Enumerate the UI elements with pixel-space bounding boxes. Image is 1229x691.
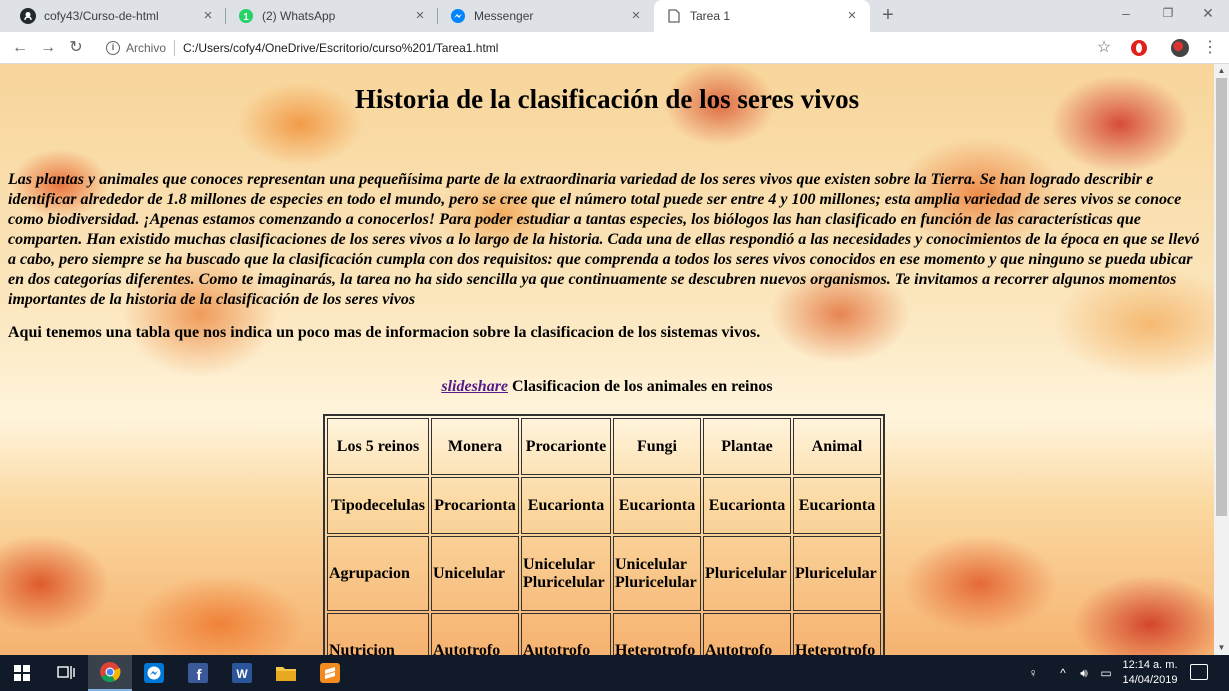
table-cell: Plantae: [703, 418, 791, 475]
word-icon[interactable]: W: [220, 655, 264, 691]
table-cell: Heterotrofo: [613, 613, 701, 655]
close-icon[interactable]: ×: [844, 8, 860, 24]
svg-text:W: W: [236, 667, 248, 681]
sublime-text-icon[interactable]: [308, 655, 352, 691]
tab-whatsapp[interactable]: 1 (2) WhatsApp ×: [226, 0, 438, 32]
whatsapp-icon: 1: [238, 8, 254, 24]
close-icon[interactable]: ×: [200, 8, 216, 24]
tab-tarea-1[interactable]: Tarea 1 ×: [654, 0, 870, 32]
page-icon: [666, 8, 682, 24]
tab-title: (2) WhatsApp: [262, 9, 336, 23]
table-cell: Pluricelular: [703, 536, 791, 611]
new-tab-button[interactable]: +: [876, 4, 900, 28]
table-row: Nutricion Autotrofo Autotrofo Heterotrof…: [327, 613, 881, 655]
slideshare-link[interactable]: slideshare: [441, 378, 508, 395]
profile-avatar[interactable]: [1171, 39, 1189, 57]
maximize-button[interactable]: ❐: [1146, 0, 1190, 28]
table-description: Aqui tenemos una tabla que nos indica un…: [8, 324, 761, 341]
close-icon[interactable]: ×: [412, 8, 428, 24]
table-cell: Animal: [793, 418, 881, 475]
address-bar[interactable]: i Archivo C:/Users/cofy4/OneDrive/Escrit…: [100, 34, 1122, 62]
intro-paragraph: Las plantas y animales que conoces repre…: [8, 171, 1200, 308]
kingdoms-table: Los 5 reinos Monera Procarionte Fungi Pl…: [323, 414, 885, 655]
table-cell: Procarionta: [431, 477, 519, 534]
page-viewport: Historia de la clasificación de los sere…: [0, 64, 1214, 655]
facebook-icon[interactable]: f: [176, 655, 220, 691]
scrollbar-thumb[interactable]: [1216, 78, 1227, 516]
address-scheme-label: Archivo: [126, 41, 167, 55]
table-row: Tipodecelulas Procarionta Eucarionta Euc…: [327, 477, 881, 534]
table-row: Los 5 reinos Monera Procarionte Fungi Pl…: [327, 418, 881, 475]
menu-icon[interactable]: ⋮: [1202, 36, 1218, 60]
tab-github[interactable]: cofy43/Curso-de-html ×: [8, 0, 226, 32]
table-cell: Unicelular Pluricelular: [521, 536, 611, 611]
table-cell: Eucarionta: [613, 477, 701, 534]
file-explorer-icon[interactable]: [264, 655, 308, 691]
people-icon[interactable]: ♀: [1022, 655, 1044, 691]
browser-toolbar: ← → ↻ i Archivo C:/Users/cofy4/OneDrive/…: [0, 32, 1229, 64]
table-cell: Procarionte: [521, 418, 611, 475]
scroll-up-icon[interactable]: ▲: [1214, 64, 1229, 78]
clock-date: 14/04/2019: [1122, 674, 1178, 686]
tab-strip: cofy43/Curso-de-html × 1 (2) WhatsApp × …: [0, 0, 1229, 32]
table-cell: Autotrofo: [521, 613, 611, 655]
back-button[interactable]: ←: [8, 36, 32, 60]
tab-title: Messenger: [474, 9, 534, 23]
table-cell: Autotrofo: [703, 613, 791, 655]
close-window-button[interactable]: ✕: [1186, 0, 1229, 28]
opera-extension-icon[interactable]: [1131, 40, 1147, 56]
address-url[interactable]: C:/Users/cofy4/OneDrive/Escritorio/curso…: [183, 41, 498, 55]
reload-button[interactable]: ↻: [64, 36, 88, 60]
table-cell: Nutricion: [327, 613, 429, 655]
table-cell: Agrupacion: [327, 536, 429, 611]
minimize-button[interactable]: –: [1104, 0, 1148, 28]
chrome-icon[interactable]: [88, 655, 132, 691]
table-cell: Monera: [431, 418, 519, 475]
messenger-icon[interactable]: [132, 655, 176, 691]
table-cell: Fungi: [613, 418, 701, 475]
tab-title: Tarea 1: [690, 9, 731, 23]
scroll-down-icon[interactable]: ▼: [1214, 641, 1229, 655]
messenger-icon: [450, 8, 466, 24]
bookmark-star-icon[interactable]: ☆: [1094, 36, 1114, 60]
table-cell: Tipodecelulas: [327, 477, 429, 534]
table-cell: Los 5 reinos: [327, 418, 429, 475]
svg-text:1: 1: [243, 12, 249, 23]
battery-icon[interactable]: ▭: [1096, 655, 1116, 691]
notifications-icon[interactable]: [1190, 664, 1208, 680]
tab-title: cofy43/Curso-de-html: [44, 9, 159, 23]
clock-time: 12:14 a. m.: [1122, 659, 1178, 671]
task-view-icon[interactable]: [44, 655, 88, 691]
table-cell: Eucarionta: [703, 477, 791, 534]
windows-start-icon[interactable]: [0, 655, 44, 691]
table-cell: Eucarionta: [793, 477, 881, 534]
show-hidden-icons-icon[interactable]: ^: [1054, 655, 1072, 691]
github-icon: [20, 8, 36, 24]
table-caption: slideshare Clasificacion de los animales…: [0, 378, 1214, 396]
system-clock[interactable]: 12:14 a. m. 14/04/2019: [1118, 658, 1182, 688]
divider: [174, 40, 176, 56]
tab-messenger[interactable]: Messenger ×: [438, 0, 654, 32]
forward-button[interactable]: →: [36, 36, 60, 60]
table-cell: Eucarionta: [521, 477, 611, 534]
windows-taskbar: f W ♀ ^ 🔊︎ ▭ 12:14 a. m. 14/04/2019: [0, 655, 1229, 691]
page-scrollbar[interactable]: ▲ ▼: [1214, 64, 1229, 655]
table-row: Agrupacion Unicelular Unicelular Plurice…: [327, 536, 881, 611]
table-cell: Autotrofo: [431, 613, 519, 655]
volume-icon[interactable]: 🔊︎: [1074, 655, 1094, 691]
caption-text: Clasificacion de los animales en reinos: [508, 378, 773, 395]
info-icon[interactable]: i: [106, 41, 120, 55]
page-title: Historia de la clasificación de los sere…: [354, 84, 860, 114]
table-cell: Heterotrofo: [793, 613, 881, 655]
close-icon[interactable]: ×: [628, 8, 644, 24]
table-cell: Pluricelular: [793, 536, 881, 611]
table-cell: Unicelular Pluricelular: [613, 536, 701, 611]
table-cell: Unicelular: [431, 536, 519, 611]
